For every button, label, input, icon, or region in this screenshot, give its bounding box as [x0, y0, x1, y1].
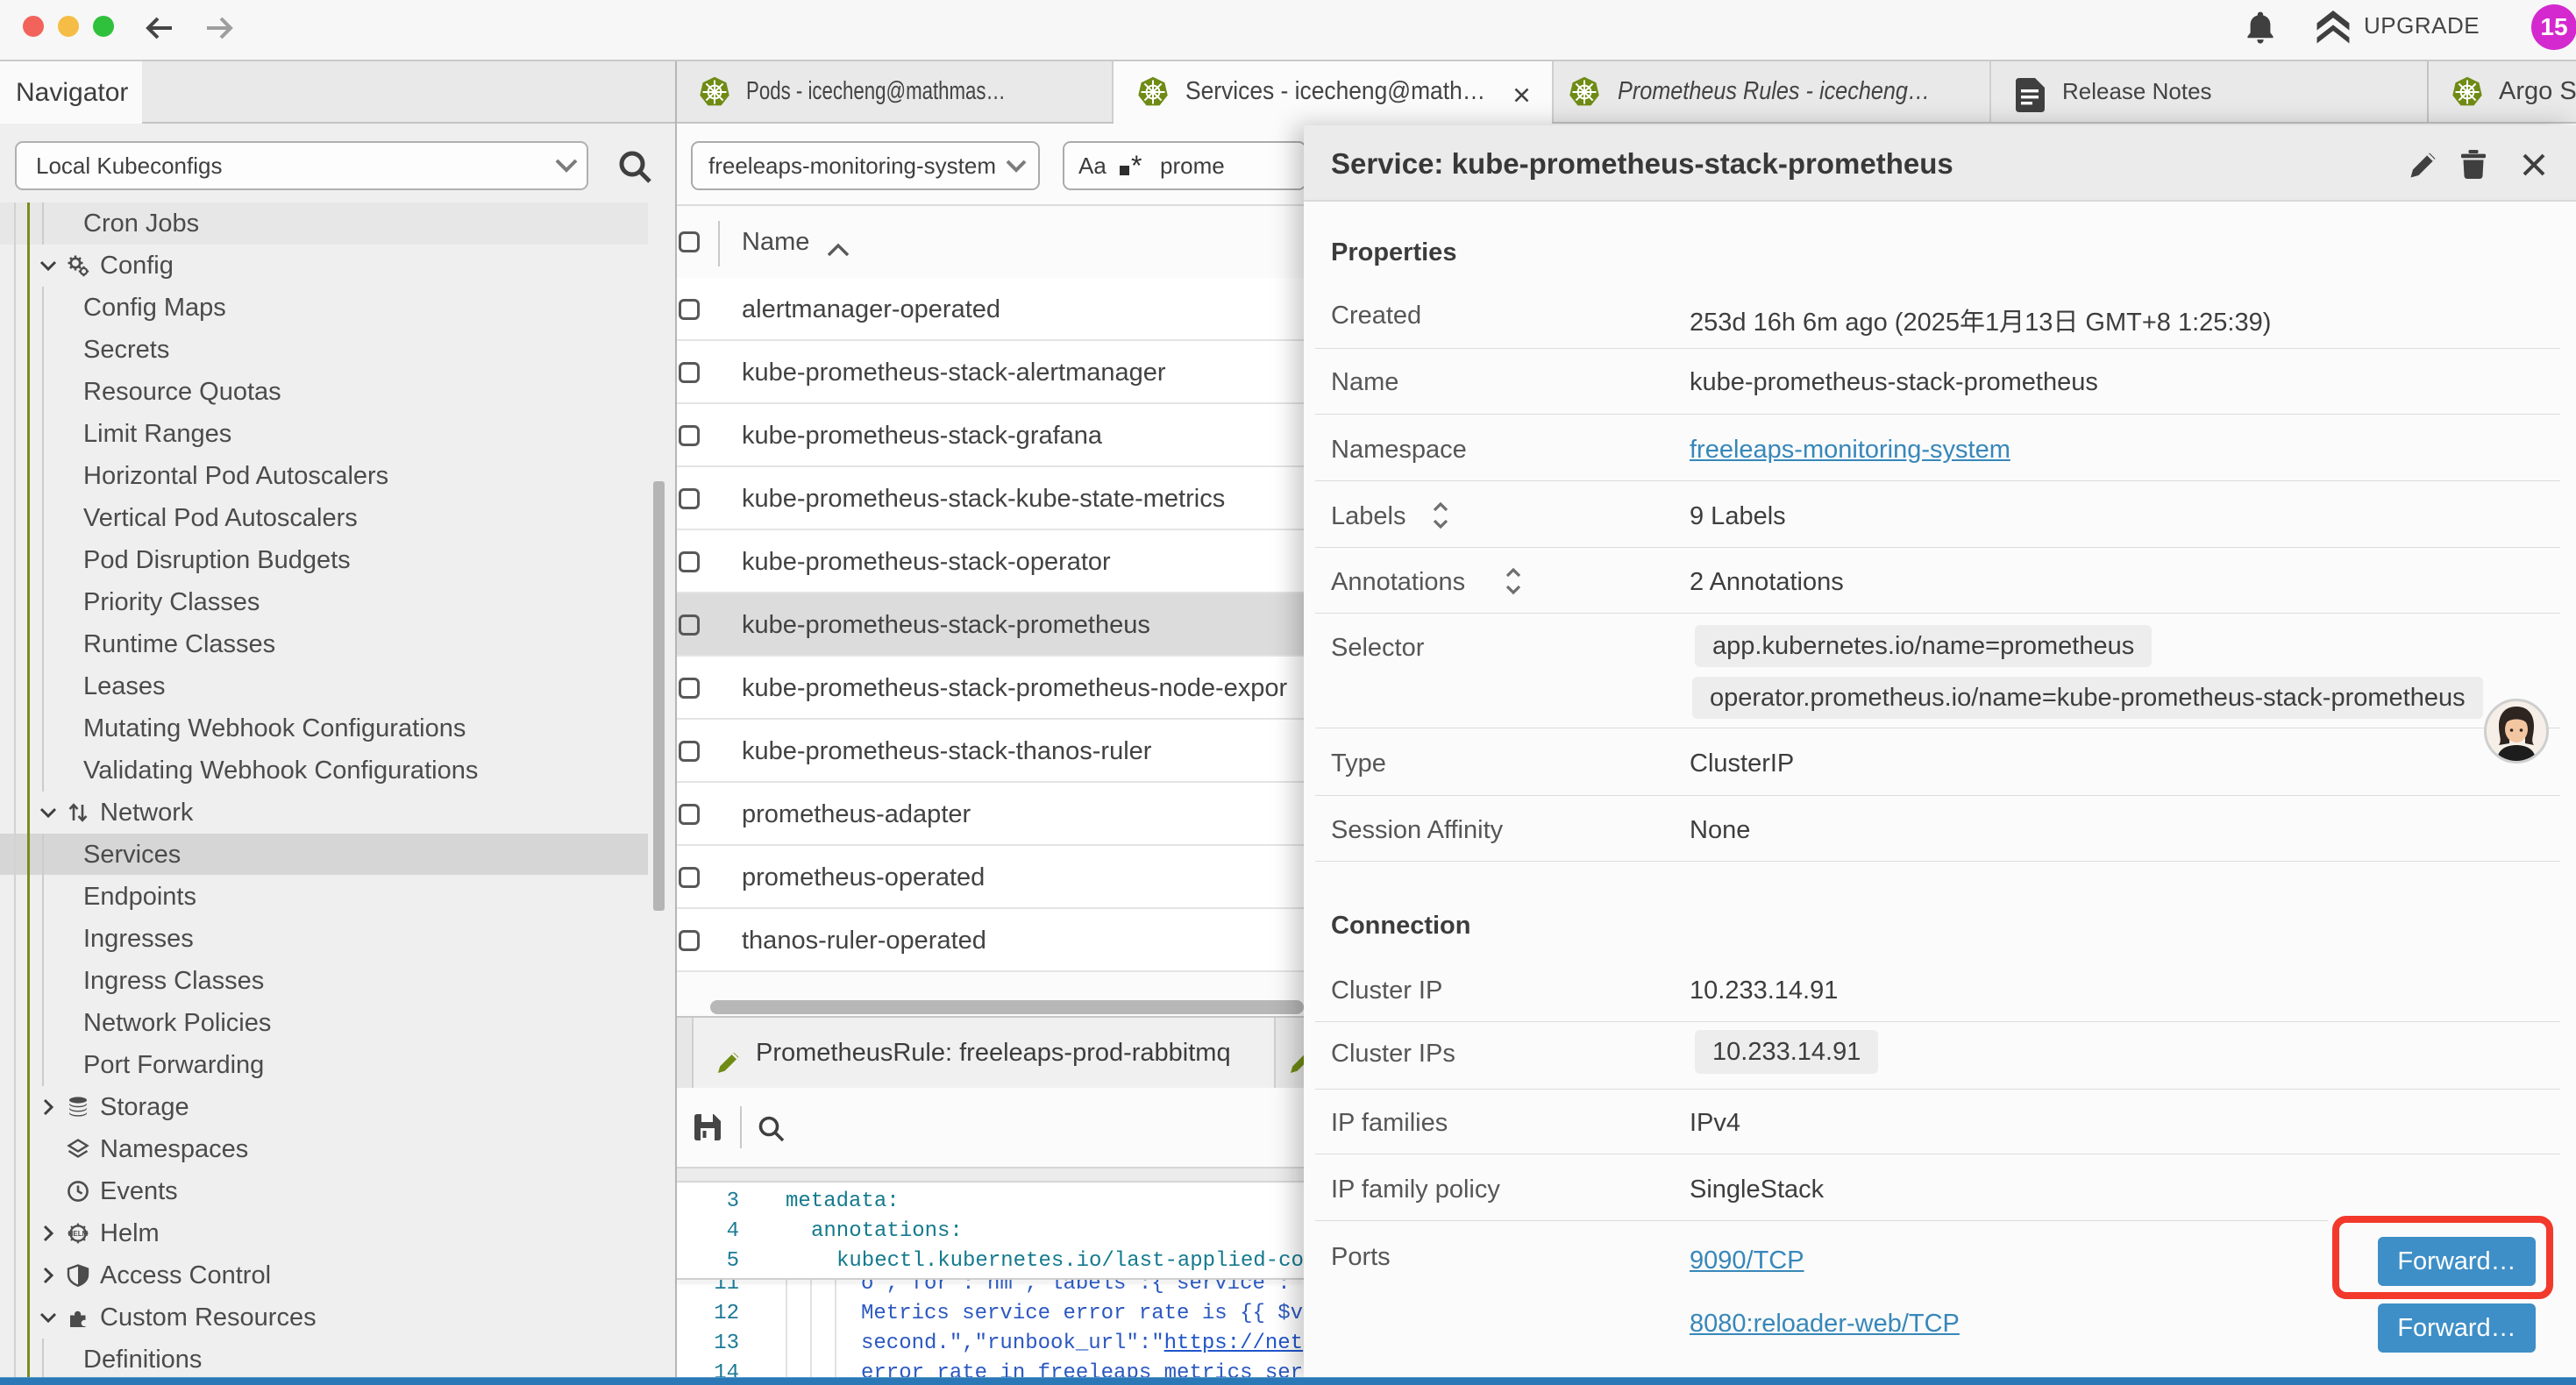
svg-text:HELM: HELM: [68, 1230, 89, 1238]
